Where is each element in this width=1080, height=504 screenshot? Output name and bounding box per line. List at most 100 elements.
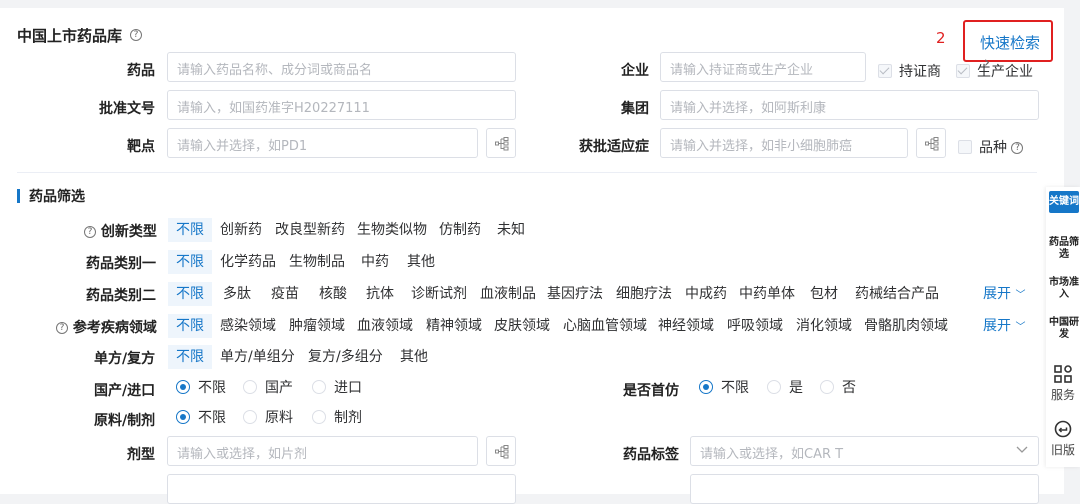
material-radio-raw[interactable]: 原料 — [243, 409, 293, 427]
company-label: 企业 — [621, 63, 649, 79]
filter-option[interactable]: 精神领域 — [426, 314, 482, 338]
filter-option[interactable]: 不限 — [168, 345, 212, 369]
filter-option[interactable]: 心脑血管领域 — [563, 314, 647, 338]
target-label: 靶点 — [127, 139, 155, 155]
filter-option[interactable]: 皮肤领域 — [494, 314, 550, 338]
filter-label: ? 创新类型 — [84, 221, 157, 241]
next-input[interactable] — [167, 474, 516, 504]
filter-row-cat1: 药品类别一 不限 化学药品 生物制品 中药 其他 — [0, 250, 1040, 274]
group-input[interactable]: 请输入并选择，如阿斯利康 — [660, 90, 1039, 120]
help-icon[interactable]: ? — [130, 28, 143, 41]
material-radio-formulation[interactable]: 制剂 — [312, 409, 362, 427]
filter-option[interactable]: 核酸 — [319, 282, 347, 306]
filter-option[interactable]: 不限 — [168, 314, 212, 338]
holder-checkbox[interactable]: 持证商 — [878, 61, 941, 81]
filter-option[interactable]: 未知 — [497, 218, 525, 242]
material-radio-any[interactable]: 不限 — [176, 409, 226, 427]
target-input[interactable]: 请输入并选择，如PD1 — [167, 128, 478, 158]
first-generic-radio-any[interactable]: 不限 — [699, 379, 749, 397]
filter-option[interactable]: 骨骼肌肉领域 — [864, 314, 948, 338]
service-button[interactable]: 服务 — [1046, 365, 1080, 403]
filter-option[interactable]: 中药单体 — [739, 282, 795, 306]
radio-icon — [176, 410, 190, 424]
tree-select-button[interactable] — [916, 128, 946, 158]
filter-option[interactable]: 创新药 — [220, 218, 262, 242]
filter-option[interactable]: 肿瘤领域 — [289, 314, 345, 338]
tag-select[interactable]: 请输入或选择，如CAR T — [690, 436, 1039, 466]
filter-option[interactable]: 包材 — [810, 282, 838, 306]
filter-option[interactable]: 化学药品 — [220, 250, 276, 274]
filter-option[interactable]: 药械结合产品 — [855, 282, 939, 306]
first-generic-radio-no[interactable]: 否 — [820, 379, 856, 397]
indication-input[interactable]: 请输入并选择，如非小细胞肺癌 — [660, 128, 908, 158]
old-version-label: 旧版 — [1050, 443, 1075, 457]
filter-option[interactable]: 基因疗法 — [547, 282, 603, 306]
filter-option[interactable]: 抗体 — [366, 282, 394, 306]
checkbox-icon — [958, 140, 972, 154]
tree-select-button[interactable] — [486, 436, 516, 466]
origin-radio-import[interactable]: 进口 — [312, 379, 362, 397]
filter-option[interactable]: 中药 — [361, 250, 389, 274]
filter-label: 单方/复方 — [94, 351, 156, 367]
company-input[interactable]: 请输入持证商或生产企业 — [660, 52, 866, 82]
sidebar-item-market-access[interactable]: 市场准入 — [1049, 277, 1079, 301]
next-input[interactable] — [690, 474, 1039, 504]
origin-radio-any[interactable]: 不限 — [176, 379, 226, 397]
filter-row-innovation: ? 创新类型 不限 创新药 改良型新药 生物类似物 仿制药 未知 — [0, 218, 1040, 242]
filter-option[interactable]: 生物制品 — [289, 250, 345, 274]
filter-option[interactable]: 生物类似物 — [357, 218, 427, 242]
help-icon[interactable]: ? — [1011, 142, 1024, 154]
sidebar-item-china-rd[interactable]: 中国研发 — [1049, 317, 1079, 341]
filter-option[interactable]: 不限 — [168, 282, 212, 306]
filter-label: 药品类别二 — [86, 288, 156, 304]
filter-option[interactable]: 其他 — [400, 345, 428, 369]
variety-checkbox[interactable]: 品种 ? — [958, 137, 1024, 157]
filter-option[interactable]: 复方/多组分 — [308, 345, 383, 369]
manufacturer-checkbox[interactable]: 生产企业 — [956, 61, 1033, 81]
filter-option[interactable]: 不限 — [168, 218, 212, 242]
drug-label: 药品 — [127, 63, 155, 79]
filter-option[interactable]: 感染领域 — [220, 314, 276, 338]
origin-radio-domestic[interactable]: 国产 — [243, 379, 293, 397]
dosage-input[interactable]: 请输入或选择，如片剂 — [167, 436, 478, 466]
sidebar-item-keyword[interactable]: 关键词 — [1049, 191, 1079, 213]
expand-button[interactable]: 展开 ﹀ — [983, 282, 1025, 308]
help-icon[interactable]: ? — [84, 226, 96, 238]
filter-option[interactable]: 中成药 — [685, 282, 727, 306]
first-generic-label: 是否首仿 — [623, 383, 679, 399]
filter-option[interactable]: 其他 — [407, 250, 435, 274]
tree-icon — [495, 137, 509, 151]
service-label: 服务 — [1050, 388, 1075, 402]
first-generic-radio-yes[interactable]: 是 — [767, 379, 803, 397]
quick-search-button[interactable]: 快速检索 › — [963, 20, 1053, 71]
filter-option[interactable]: 神经领域 — [658, 314, 714, 338]
filter-option[interactable]: 诊断试剂 — [411, 282, 467, 306]
approval-input[interactable]: 请输入，如国药准字H20227111 — [167, 90, 516, 120]
annotation-number: 2 — [936, 29, 946, 47]
filter-option[interactable]: 血液领域 — [357, 314, 413, 338]
filter-option[interactable]: 单方/单组分 — [220, 345, 295, 369]
filter-option[interactable]: 多肽 — [223, 282, 251, 306]
filter-option[interactable]: 不限 — [168, 250, 212, 274]
drug-input[interactable]: 请输入药品名称、成分词或商品名 — [167, 52, 516, 82]
expand-button[interactable]: 展开 ﹀ — [983, 314, 1025, 340]
old-version-button[interactable]: 旧版 — [1046, 420, 1080, 458]
return-icon — [1054, 420, 1072, 438]
material-label: 原料/制剂 — [94, 413, 156, 429]
help-icon[interactable]: ? — [56, 322, 68, 334]
approval-label: 批准文号 — [99, 101, 155, 117]
radio-icon — [699, 380, 713, 394]
filter-option[interactable]: 呼吸领域 — [727, 314, 783, 338]
chevron-down-icon: ﹀ — [1015, 322, 1026, 333]
divider — [17, 172, 1037, 173]
radio-icon — [243, 380, 257, 394]
filter-option[interactable]: 疫苗 — [271, 282, 299, 306]
filter-option[interactable]: 细胞疗法 — [616, 282, 672, 306]
filter-label: 药品类别一 — [86, 256, 156, 272]
filter-option[interactable]: 消化领域 — [796, 314, 852, 338]
filter-option[interactable]: 仿制药 — [439, 218, 481, 242]
tree-select-button[interactable] — [486, 128, 516, 158]
filter-option[interactable]: 血液制品 — [480, 282, 536, 306]
sidebar-item-drug-filter[interactable]: 药品筛选 — [1049, 237, 1079, 261]
filter-option[interactable]: 改良型新药 — [275, 218, 345, 242]
